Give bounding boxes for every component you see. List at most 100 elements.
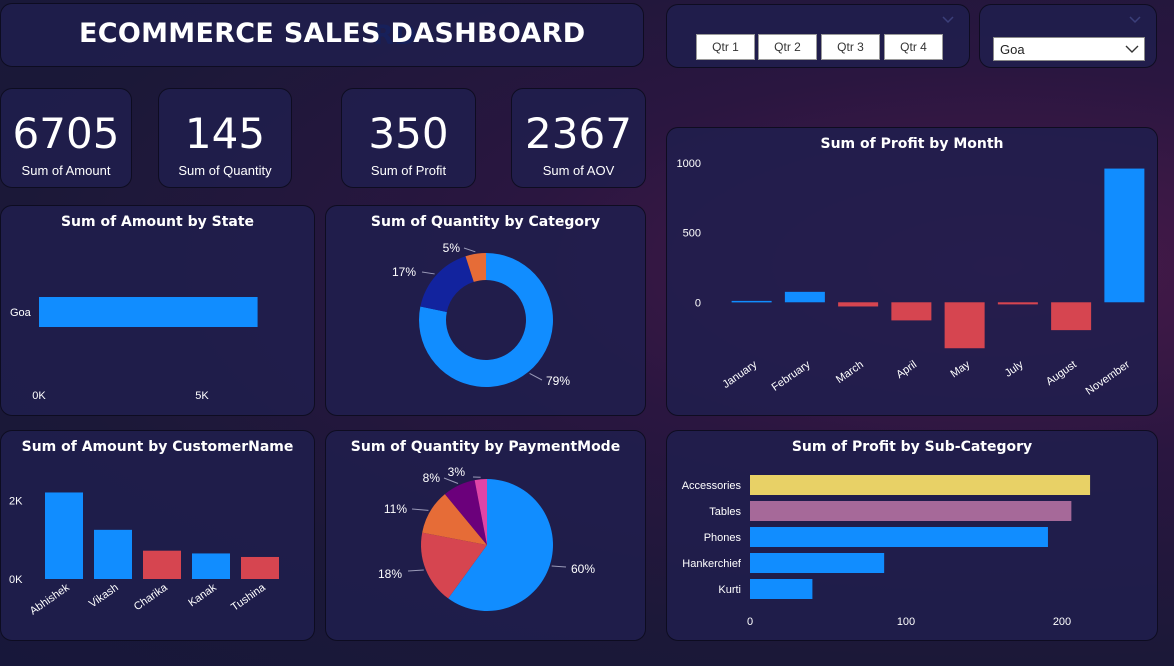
x-tick-label: 5K [195,390,209,402]
y-tick-label: 2K [9,495,23,507]
leader-line [529,373,543,381]
y-tick-label: 1000 [677,158,701,170]
data-label: 79% [546,374,570,388]
quarter-slicer[interactable]: Qtr 1 Qtr 2 Qtr 3 Qtr 4 [666,4,970,68]
x-tick-label: February [770,358,813,393]
data-label: 3% [448,465,466,479]
kpi-value: 145 [184,109,266,158]
bar [241,556,279,579]
chart-quantity-by-payment[interactable]: Sum of Quantity by PaymentMode 60% 18% 11%… [325,430,646,641]
bar [94,529,132,579]
bar [838,302,879,307]
data-label: 18% [378,567,402,581]
x-tick-label: January [720,358,759,391]
dashboard-title: ECOMMERCE SALES DASHBOARD [79,18,586,49]
title-banner: RD ECOMMERCE SALES DASHBOARD [0,3,644,67]
chevron-down-icon[interactable] [941,14,955,24]
y-tick-label: 0K [9,574,23,586]
x-tick-label: 200 [1053,616,1071,628]
kpi-card-aov: 2367 Sum of AOV [511,88,646,188]
kpi-card-profit: 350 Sum of Profit [341,88,476,188]
y-tick-label: 500 [683,228,701,240]
bar [750,553,885,573]
chart-amount-by-state[interactable]: Sum of Amount by State Goa 0K 5K [0,205,315,416]
state-dropdown-value: Goa [1000,42,1025,57]
x-tick-label: 0 [747,616,753,628]
chevron-down-icon[interactable] [1128,14,1142,24]
data-label: 8% [423,471,441,485]
x-tick-label: 100 [897,616,915,628]
chart-canvas: 79% 17% 5% [392,241,570,388]
kpi-value: 2367 [525,109,632,158]
kpi-label: Sum of Profit [370,163,447,178]
kpi-label: Sum of AOV [542,163,615,178]
x-tick-label: Kanak [186,581,219,609]
state-slicer[interactable]: Goa [979,4,1157,68]
bar [39,297,258,327]
y-tick-label: 0 [695,297,701,309]
quarter-button-4[interactable]: Qtr 4 [884,34,943,60]
y-tick-label: Kurti [718,584,741,596]
chart-canvas: 0 500 1000 January February March April May July… [677,158,1145,398]
y-tick-label: Hankerchief [682,558,742,570]
x-tick-label: April [894,359,919,381]
chart-canvas: 60% 18% 11% 8% 3% [378,465,595,611]
chart-canvas: Accessories Tables Phones Hankerchief Kurti 0… [682,475,1091,628]
data-label: 5% [443,241,461,255]
bar [45,492,83,579]
x-tick-label: Vikash [87,582,121,611]
bar [143,550,181,579]
x-tick-label: 0K [32,390,46,402]
bar [891,302,932,321]
y-tick-label: Goa [10,307,32,319]
kpi-card-amount: 6705 Sum of Amount [0,88,132,188]
kpi-card-quantity: 145 Sum of Quantity [158,88,292,188]
data-label: 17% [392,265,416,279]
chart-quantity-by-category[interactable]: Sum of Quantity by Category 79% 17% 5% [325,205,646,416]
quarter-button-2[interactable]: Qtr 2 [758,34,817,60]
x-tick-label: Tushina [229,581,268,614]
bar [731,300,772,303]
leader-line [411,508,429,511]
bar [784,291,825,303]
y-tick-label: Phones [704,532,742,544]
data-label: 60% [571,562,595,576]
x-tick-label: Abhishek [28,581,72,617]
bar [192,553,230,579]
quarter-button-3[interactable]: Qtr 3 [821,34,880,60]
bar [1051,302,1092,331]
x-tick-label: May [948,358,972,380]
x-tick-label: March [834,359,866,386]
chart-canvas: Goa 0K 5K [10,297,258,402]
chart-profit-by-subcategory[interactable]: Sum of Profit by Sub-Category Accessorie… [666,430,1158,641]
chart-profit-by-month[interactable]: Sum of Profit by Month 0 500 1000 January Fe… [666,127,1158,416]
bar [750,527,1048,547]
x-tick-label: July [1003,358,1026,379]
state-dropdown[interactable]: Goa [993,37,1145,61]
x-tick-label: Charika [132,581,171,613]
kpi-value: 6705 [12,109,120,158]
kpi-label: Sum of Quantity [178,163,272,178]
leader-line [407,569,424,572]
chart-amount-by-customer[interactable]: Sum of Amount by CustomerName 0K 2K Abhish… [0,430,315,641]
bar [750,501,1072,521]
kpi-label: Sum of Amount [21,163,111,178]
bar [944,302,985,349]
bar [750,579,813,599]
x-tick-label: November [1084,358,1133,397]
y-tick-label: Accessories [682,480,742,492]
kpi-value: 350 [368,109,449,158]
bar [997,302,1038,305]
chart-canvas: 0K 2K Abhishek Vikash Charika Kanak Tushina [9,492,279,617]
leader-line [421,271,435,275]
pie-slice [420,256,474,312]
bar [750,475,1091,495]
data-label: 11% [384,502,407,516]
leader-line [551,565,567,568]
y-tick-label: Tables [709,506,741,518]
chevron-down-icon [1125,45,1139,53]
quarter-button-1[interactable]: Qtr 1 [696,34,755,60]
x-tick-label: August [1044,359,1079,388]
bar [1104,168,1145,303]
leader-line [463,247,476,253]
